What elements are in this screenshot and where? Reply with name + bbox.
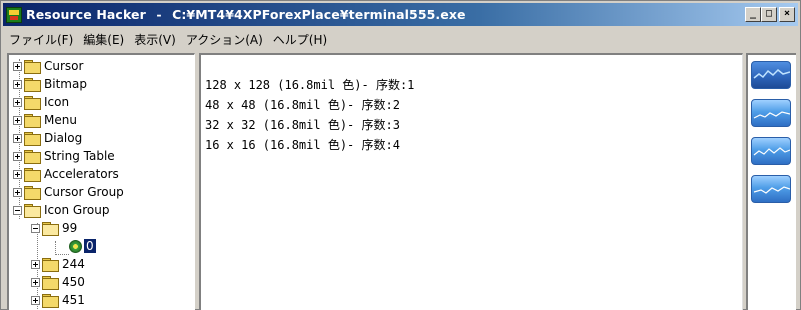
expand-icon[interactable]	[31, 259, 40, 269]
tree-node-icon-group[interactable]: Icon Group	[13, 201, 109, 219]
folder-icon	[42, 258, 59, 272]
resource-content-view[interactable]: 128 x 128 (16.8mil 色)- 序数:1 48 x 48 (16.…	[199, 53, 743, 310]
folder-icon	[24, 150, 41, 164]
expand-icon[interactable]	[13, 115, 22, 125]
tree-node-label: Icon Group	[44, 203, 110, 217]
tree-leaf-label: 0	[83, 238, 97, 254]
tree-node-accelerators[interactable]: Accelerators	[13, 165, 119, 183]
expand-icon[interactable]	[13, 169, 22, 179]
open-folder-icon	[24, 204, 41, 218]
resource-hacker-app-icon[interactable]	[6, 6, 22, 23]
chart-thumbnail-icon	[751, 99, 791, 127]
menu-file[interactable]: ファイル(F)	[7, 31, 81, 48]
resource-item-icon	[69, 239, 82, 253]
tree-node-menu[interactable]: Menu	[13, 111, 77, 129]
icon-size-line: 16 x 16 (16.8mil 色)- 序数:4	[205, 138, 400, 152]
folder-icon	[24, 132, 41, 146]
tree-node-label: Cursor Group	[44, 185, 124, 199]
icon-size-line: 48 x 48 (16.8mil 色)- 序数:2	[205, 98, 400, 112]
expand-icon[interactable]	[13, 61, 22, 71]
tree-node-dialog[interactable]: Dialog	[13, 129, 82, 147]
icon-preview-pane	[746, 53, 796, 310]
expand-icon[interactable]	[13, 97, 22, 107]
chart-thumbnail-icon	[751, 61, 791, 89]
folder-icon	[24, 60, 41, 74]
folder-icon	[42, 294, 59, 308]
tree-leaf-0[interactable]: 0	[69, 237, 97, 255]
tree-node-244[interactable]: 244	[31, 255, 85, 273]
close-button[interactable]: ×	[779, 7, 795, 22]
tree-node-label: Bitmap	[44, 77, 87, 91]
tree-node-451[interactable]: 451	[31, 291, 85, 309]
open-folder-icon	[42, 222, 59, 236]
menu-action[interactable]: アクション(A)	[184, 31, 271, 48]
minimize-button[interactable]: _	[745, 7, 761, 22]
folder-icon	[24, 168, 41, 182]
tree-node-label: String Table	[44, 149, 115, 163]
tree-node-label: Cursor	[44, 59, 84, 73]
title-bar[interactable]: Resource Hacker - C:¥MT4¥4XPForexPlace¥t…	[3, 3, 798, 26]
collapse-icon[interactable]	[13, 205, 22, 215]
window-title: Resource Hacker - C:¥MT4¥4XPForexPlace¥t…	[26, 7, 466, 22]
expand-icon[interactable]	[13, 133, 22, 143]
tree-node-label: Accelerators	[44, 167, 119, 181]
tree-node-string-table[interactable]: String Table	[13, 147, 115, 165]
title-separator: -	[156, 7, 162, 22]
tree-connector-line	[55, 241, 56, 255]
menu-bar: ファイル(F) 編集(E) 表示(V) アクション(A) ヘルプ(H)	[3, 28, 798, 50]
expand-icon[interactable]	[13, 187, 22, 197]
resource-hacker-window: Resource Hacker - C:¥MT4¥4XPForexPlace¥t…	[0, 0, 801, 310]
collapse-icon[interactable]	[31, 223, 40, 233]
folder-icon	[24, 114, 41, 128]
tree-node-label: 244	[62, 257, 85, 271]
tree-node-label: 450	[62, 275, 85, 289]
tree-node-label: Icon	[44, 95, 70, 109]
expand-icon[interactable]	[31, 295, 40, 305]
folder-icon	[24, 96, 41, 110]
app-title: Resource Hacker	[26, 7, 146, 22]
tree-node-cursor[interactable]: Cursor	[13, 57, 83, 75]
tree-node-label: 451	[62, 293, 85, 307]
menu-edit[interactable]: 編集(E)	[81, 31, 132, 48]
maximize-button[interactable]: □	[761, 7, 777, 22]
menu-view[interactable]: 表示(V)	[132, 31, 184, 48]
tree-node-cursor-group[interactable]: Cursor Group	[13, 183, 124, 201]
expand-icon[interactable]	[31, 277, 40, 287]
tree-node-bitmap[interactable]: Bitmap	[13, 75, 87, 93]
tree-node-label: Menu	[44, 113, 77, 127]
tree-node-icon[interactable]: Icon	[13, 93, 69, 111]
folder-icon	[42, 276, 59, 290]
chart-thumbnail-icon	[751, 175, 791, 203]
icon-size-line: 128 x 128 (16.8mil 色)- 序数:1	[205, 78, 415, 92]
resource-tree[interactable]: Cursor Bitmap Icon Menu Dialog String Ta…	[7, 53, 195, 310]
tree-node-label: 99	[62, 221, 78, 235]
chart-thumbnail-icon	[751, 137, 791, 165]
folder-icon	[24, 186, 41, 200]
tree-node-450[interactable]: 450	[31, 273, 85, 291]
window-controls: _ □ ×	[745, 7, 795, 22]
tree-node-99[interactable]: 99	[31, 219, 77, 237]
folder-icon	[24, 78, 41, 92]
expand-icon[interactable]	[13, 79, 22, 89]
file-path: C:¥MT4¥4XPForexPlace¥terminal555.exe	[172, 7, 466, 22]
menu-help[interactable]: ヘルプ(H)	[271, 31, 335, 48]
icon-size-line: 32 x 32 (16.8mil 色)- 序数:3	[205, 118, 400, 132]
expand-icon[interactable]	[13, 151, 22, 161]
tree-node-label: Dialog	[44, 131, 83, 145]
